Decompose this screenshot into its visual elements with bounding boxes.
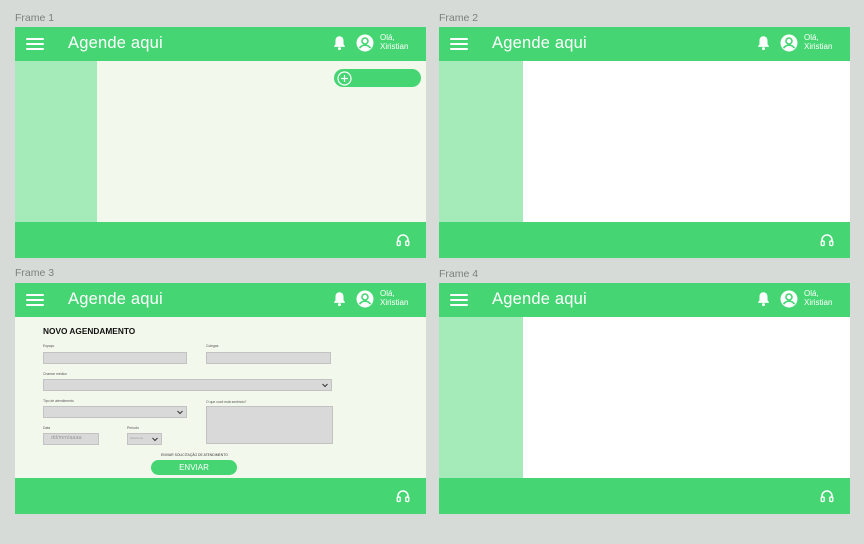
hamburger-icon[interactable] <box>450 294 468 307</box>
user-greeting: Olá, Xiristian <box>804 289 832 307</box>
date-label: Data <box>43 426 51 430</box>
bell-icon[interactable] <box>333 35 346 51</box>
sidebar <box>15 61 97 222</box>
greeting-hello: Olá, <box>380 289 395 298</box>
content-area <box>439 317 850 478</box>
app-title: Agende aqui <box>68 34 163 52</box>
greeting-username: Xiristian <box>380 42 409 51</box>
app-footer <box>439 222 850 258</box>
submit-button[interactable]: ENVIAR <box>151 460 237 475</box>
frame-4: Agende aqui Olá, Xiristian <box>439 283 850 514</box>
user-greeting: Olá, Xiristian <box>380 289 408 307</box>
content-area <box>15 61 426 222</box>
add-appointment-button[interactable] <box>334 69 421 87</box>
frame-1: Agende aqui Olá, Xiristian <box>15 27 426 258</box>
service-type-select[interactable] <box>43 406 187 418</box>
app-title: Agende aqui <box>68 290 163 308</box>
period-value: Selecione <box>130 436 144 440</box>
chevron-down-icon <box>152 437 158 442</box>
user-circle-icon[interactable] <box>780 34 798 52</box>
app-header: Agende aqui Olá, Xiristian <box>15 27 426 61</box>
colleagues-label: Colegas <box>206 344 219 348</box>
colleagues-input[interactable] <box>206 352 331 364</box>
frame-1-label: Frame 1 <box>15 12 55 24</box>
headset-icon[interactable] <box>820 489 834 503</box>
greeting-hello: Olá, <box>804 33 819 42</box>
greeting-hello: Olá, <box>804 289 819 298</box>
app-footer <box>439 478 850 514</box>
app-footer <box>15 478 426 514</box>
symptoms-label: O que você está sentindo? <box>206 400 247 404</box>
sidebar <box>439 317 523 478</box>
frame-4-label: Frame 4 <box>439 268 479 280</box>
space-input[interactable] <box>43 352 187 364</box>
user-greeting: Olá, Xiristian <box>380 33 408 51</box>
greeting-username: Xiristian <box>804 298 833 307</box>
service-type-label: Tipo de atendimento <box>43 399 74 403</box>
sidebar <box>439 61 523 222</box>
greeting-hello: Olá, <box>380 33 395 42</box>
bell-icon[interactable] <box>333 291 346 307</box>
date-placeholder: dd/mm/aaaa <box>51 435 82 441</box>
content-area <box>439 61 850 222</box>
headset-icon[interactable] <box>396 233 410 247</box>
period-select[interactable]: Selecione <box>127 433 162 445</box>
bell-icon[interactable] <box>757 291 770 307</box>
greeting-username: Xiristian <box>380 298 409 307</box>
appointment-form: NOVO AGENDAMENTO Espaço Colegas Chamar m… <box>15 317 426 478</box>
app-title: Agende aqui <box>492 34 587 52</box>
hamburger-icon[interactable] <box>450 38 468 51</box>
agreement-text: ENVIAR SOLICITAÇÃO DE ATENDIMENTO <box>161 453 228 457</box>
user-circle-icon[interactable] <box>356 34 374 52</box>
space-label: Espaço <box>43 344 55 348</box>
greeting-username: Xiristian <box>804 42 833 51</box>
call-doctor-select[interactable] <box>43 379 332 391</box>
frame-2: Agende aqui Olá, Xiristian <box>439 27 850 258</box>
user-circle-icon[interactable] <box>780 290 798 308</box>
user-greeting: Olá, Xiristian <box>804 33 832 51</box>
frame-2-label: Frame 2 <box>439 12 479 24</box>
hamburger-icon[interactable] <box>26 294 44 307</box>
plus-circle-icon <box>337 71 352 86</box>
bell-icon[interactable] <box>757 35 770 51</box>
period-label: Período <box>127 426 139 430</box>
chevron-down-icon <box>177 410 183 415</box>
app-header: Agende aqui Olá, Xiristian <box>15 283 426 317</box>
date-input[interactable]: dd/mm/aaaa <box>43 433 99 445</box>
chevron-down-icon <box>322 383 328 388</box>
symptoms-textarea[interactable] <box>206 406 333 444</box>
app-footer <box>15 222 426 258</box>
app-title: Agende aqui <box>492 290 587 308</box>
frame-3: Agende aqui Olá, Xiristian NOVO AGENDAME… <box>15 283 426 514</box>
headset-icon[interactable] <box>820 233 834 247</box>
form-title: NOVO AGENDAMENTO <box>43 326 136 336</box>
app-header: Agende aqui Olá, Xiristian <box>439 27 850 61</box>
hamburger-icon[interactable] <box>26 38 44 51</box>
frame-3-label: Frame 3 <box>15 267 55 279</box>
call-doctor-label: Chamar médico <box>43 372 67 376</box>
headset-icon[interactable] <box>396 489 410 503</box>
app-header: Agende aqui Olá, Xiristian <box>439 283 850 317</box>
user-circle-icon[interactable] <box>356 290 374 308</box>
